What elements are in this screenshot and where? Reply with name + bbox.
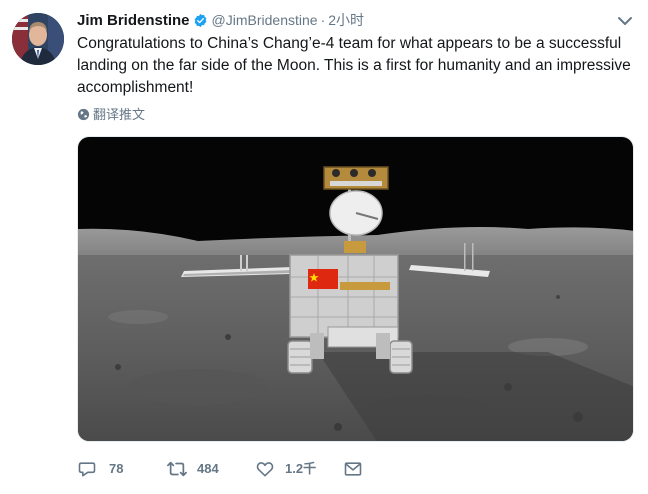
translate-label: 翻译推文 bbox=[93, 107, 146, 122]
avatar-image bbox=[12, 13, 64, 65]
author-name[interactable]: Jim Bridenstine bbox=[77, 12, 190, 29]
tweet-timestamp[interactable]: 2小时 bbox=[328, 12, 364, 28]
translate-tweet-link[interactable]: 翻译推文 bbox=[77, 106, 145, 124]
reply-count: 78 bbox=[109, 461, 124, 476]
verified-badge-icon bbox=[193, 13, 208, 34]
retweet-icon bbox=[167, 461, 187, 477]
tweet-header: Jim Bridenstine @JimBridenstine · 2小时 bbox=[77, 10, 364, 30]
lunar-rover-image bbox=[78, 137, 633, 441]
retweet-button[interactable]: 484 bbox=[165, 458, 225, 480]
reply-button[interactable]: 78 bbox=[77, 458, 137, 480]
separator-dot: · bbox=[320, 12, 326, 28]
like-button[interactable]: 1.2千 bbox=[255, 458, 317, 480]
heart-icon bbox=[256, 462, 274, 477]
like-count: 1.2千 bbox=[285, 461, 317, 476]
author-handle[interactable]: @JimBridenstine bbox=[212, 12, 318, 28]
retweet-count: 484 bbox=[197, 461, 219, 476]
chevron-down-icon[interactable] bbox=[616, 12, 634, 30]
tweet-text: Congratulations to China’s Chang’e-4 tea… bbox=[77, 35, 631, 96]
direct-message-button[interactable] bbox=[343, 458, 365, 480]
tweet-photo[interactable] bbox=[77, 136, 634, 442]
globe-icon bbox=[77, 108, 90, 121]
reply-icon bbox=[78, 462, 96, 477]
tweet-card: Jim Bridenstine @JimBridenstine · 2小时 Congr… bbox=[0, 0, 648, 494]
avatar[interactable] bbox=[12, 13, 64, 65]
envelope-icon bbox=[344, 462, 362, 476]
